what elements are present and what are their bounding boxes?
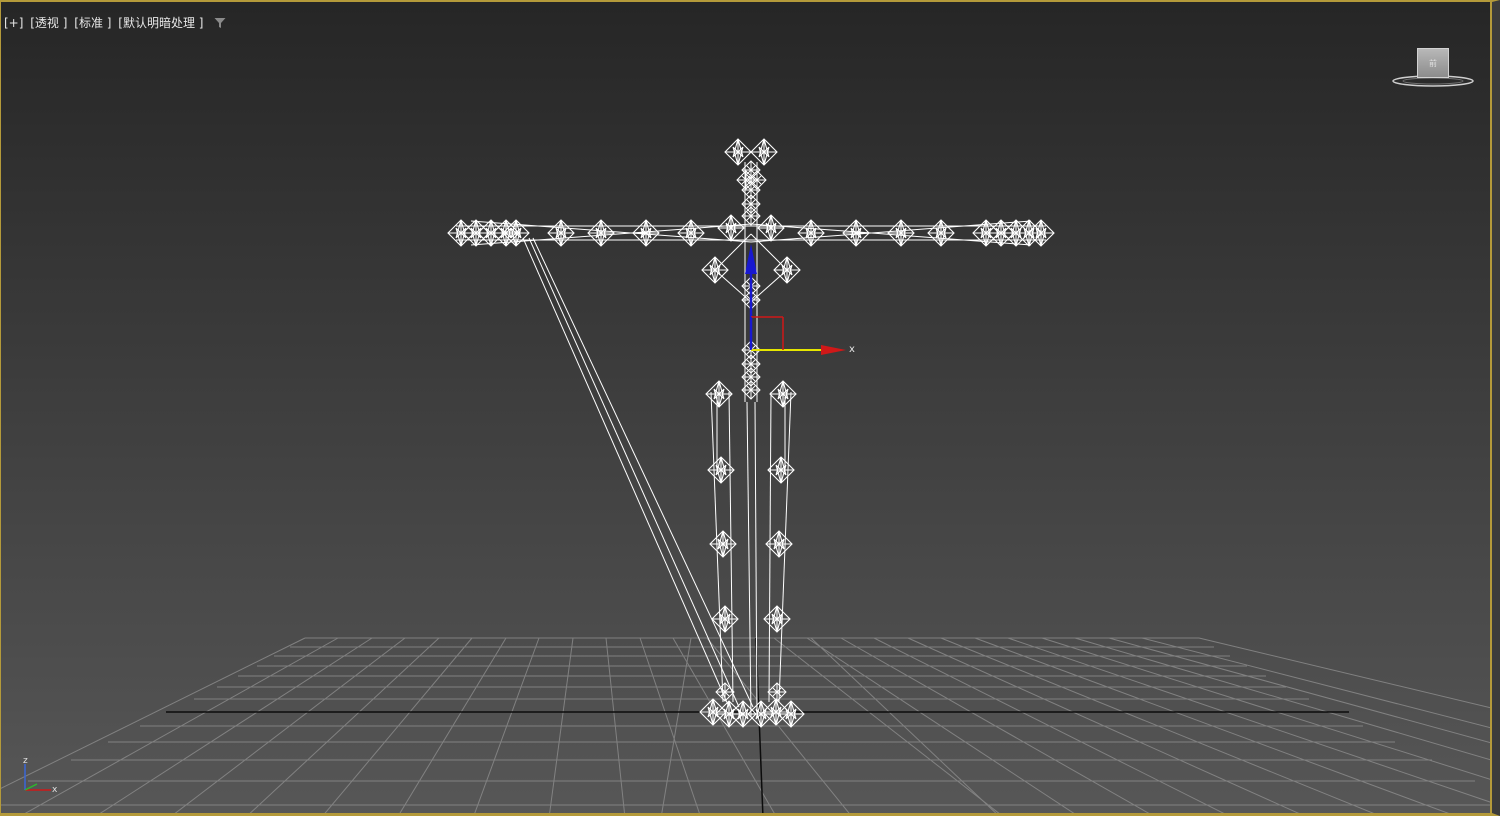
perspective-viewport[interactable]: x [+] [透视 ] [标准 ] [默认明暗处理 ] 前 z x bbox=[0, 0, 1500, 816]
viewcube-front-face[interactable]: 前 bbox=[1417, 48, 1449, 78]
viewport-view-menu[interactable]: [透视 ] bbox=[30, 16, 67, 30]
tripod-x-label: x bbox=[52, 785, 58, 795]
viewport-lighting-menu[interactable]: [默认明暗处理 ] bbox=[118, 16, 203, 30]
viewport-shading-menu[interactable]: [标准 ] bbox=[74, 16, 111, 30]
viewport-general-menu[interactable]: [+] bbox=[4, 16, 23, 30]
viewport-scene[interactable]: x bbox=[1, 2, 1500, 816]
viewport-label-menus: [+] [透视 ] [标准 ] [默认明暗处理 ] bbox=[4, 16, 229, 32]
filter-icon[interactable] bbox=[214, 17, 226, 32]
tripod-z-label: z bbox=[23, 756, 28, 766]
axis-tripod: z x bbox=[17, 756, 67, 800]
gizmo-x-label: x bbox=[849, 344, 855, 355]
viewcube[interactable]: 前 bbox=[1391, 46, 1475, 90]
